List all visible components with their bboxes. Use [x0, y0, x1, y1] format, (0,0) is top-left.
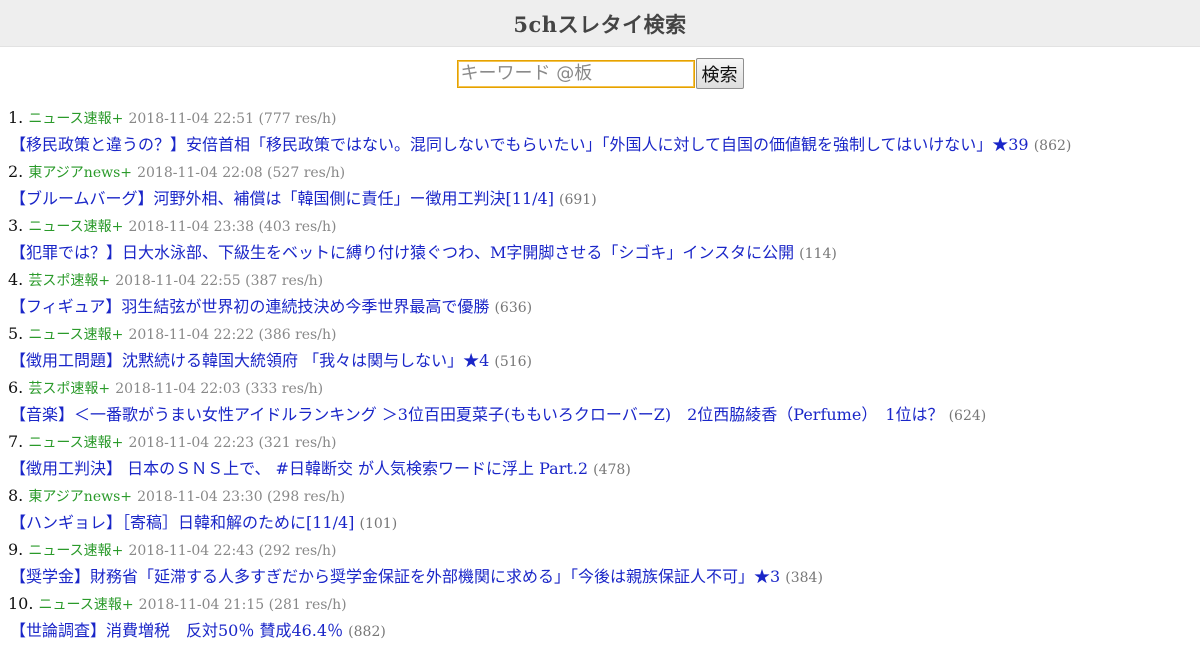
rank-number: 2. [8, 162, 24, 181]
thread-title-line: 【奨学金】財務省「延滞する人多すぎだから奨学金保証を外部機関に求める」「今後は親… [8, 562, 1192, 592]
thread-title-link[interactable]: 【音楽】＜一番歌がうまい女性アイドルランキング ＞3位百田夏菜子(ももいろクロー… [10, 405, 944, 424]
list-item: 9. ニュース速報+ 2018-11-04 22:43 (292 res/h) 【… [8, 538, 1192, 592]
board-link[interactable]: ニュース速報+ [28, 327, 123, 343]
thread-title-link[interactable]: 【徴用工判決】 日本のＳＮＳ上で、 #日韓断交 が人気検索ワードに浮上 Part… [10, 459, 588, 478]
thread-title-link[interactable]: 【犯罪では？】日大水泳部、下級生をベットに縛り付け猿ぐつわ、M字開脚させる「シゴ… [10, 243, 794, 262]
timestamp-rate: 2018-11-04 22:08 (527 res/h) [137, 165, 346, 181]
list-item: 4. 芸スポ速報+ 2018-11-04 22:55 (387 res/h) 【フ… [8, 268, 1192, 322]
thread-title-line: 【徴用工問題】沈黙続ける韓国大統領府 「我々は関与しない」★4 (516) [8, 346, 1192, 376]
thread-title-link[interactable]: 【徴用工問題】沈黙続ける韓国大統領府 「我々は関与しない」★4 [10, 351, 489, 370]
rank-number: 9. [8, 540, 24, 559]
thread-meta: 7. ニュース速報+ 2018-11-04 22:23 (321 res/h) [8, 430, 1192, 454]
response-count: (384) [785, 570, 823, 586]
board-link[interactable]: ニュース速報+ [28, 435, 123, 451]
rank-number: 3. [8, 216, 24, 235]
site-title[interactable]: 5chスレタイ検索 [0, 0, 1200, 39]
timestamp-rate: 2018-11-04 22:43 (292 res/h) [128, 543, 337, 559]
board-link[interactable]: ニュース速報+ [28, 543, 123, 559]
response-count: (862) [1033, 138, 1072, 154]
board-link[interactable]: 東アジアnews+ [28, 489, 132, 505]
list-item: 7. ニュース速報+ 2018-11-04 22:23 (321 res/h) 【… [8, 430, 1192, 484]
thread-meta: 4. 芸スポ速報+ 2018-11-04 22:55 (387 res/h) [8, 268, 1192, 292]
thread-title-line: 【移民政策と違うの？】安倍首相「移民政策ではない。混同しないでもらいたい」「外国… [8, 130, 1192, 160]
list-item: 3. ニュース速報+ 2018-11-04 23:38 (403 res/h) 【… [8, 214, 1192, 268]
thread-title-line: 【ハンギョレ】［寄稿］日韓和解のために[11/4] (101) [8, 508, 1192, 538]
board-link[interactable]: ニュース速報+ [28, 111, 123, 127]
thread-meta: 10. ニュース速報+ 2018-11-04 21:15 (281 res/h) [8, 592, 1192, 616]
board-link[interactable]: ニュース速報+ [28, 219, 123, 235]
thread-title-line: 【音楽】＜一番歌がうまい女性アイドルランキング ＞3位百田夏菜子(ももいろクロー… [8, 400, 1192, 430]
response-count: (882) [348, 624, 386, 640]
thread-meta: 2. 東アジアnews+ 2018-11-04 22:08 (527 res/h… [8, 160, 1192, 184]
rank-number: 10. [8, 594, 34, 613]
board-link[interactable]: ニュース速報+ [39, 597, 134, 613]
rank-number: 7. [8, 432, 24, 451]
list-item: 2. 東アジアnews+ 2018-11-04 22:08 (527 res/h… [8, 160, 1192, 214]
rank-number: 1. [8, 108, 24, 127]
timestamp-rate: 2018-11-04 22:51 (777 res/h) [128, 111, 337, 127]
timestamp-rate: 2018-11-04 22:23 (321 res/h) [128, 435, 337, 451]
response-count: (691) [559, 192, 597, 208]
thread-title-line: 【徴用工判決】 日本のＳＮＳ上で、 #日韓断交 が人気検索ワードに浮上 Part… [8, 454, 1192, 484]
timestamp-rate: 2018-11-04 22:22 (386 res/h) [128, 327, 337, 343]
list-item: 6. 芸スポ速報+ 2018-11-04 22:03 (333 res/h) 【音… [8, 376, 1192, 430]
response-count: (636) [494, 300, 533, 316]
thread-meta: 5. ニュース速報+ 2018-11-04 22:22 (386 res/h) [8, 322, 1192, 346]
timestamp-rate: 2018-11-04 22:03 (333 res/h) [115, 381, 324, 397]
response-count: (114) [799, 246, 837, 262]
timestamp-rate: 2018-11-04 22:55 (387 res/h) [115, 273, 324, 289]
thread-title-line: 【フィギュア】羽生結弦が世界初の連続技決め今季世界最高で優勝 (636) [8, 292, 1192, 322]
timestamp-rate: 2018-11-04 23:38 (403 res/h) [128, 219, 337, 235]
rank-number: 8. [8, 486, 24, 505]
board-link[interactable]: 芸スポ速報+ [28, 381, 110, 397]
search-button[interactable]: 検索 [695, 58, 744, 89]
response-count: (516) [494, 354, 533, 370]
search-form: 検索 [0, 58, 1200, 89]
rank-number: 4. [8, 270, 24, 289]
list-item: 5. ニュース速報+ 2018-11-04 22:22 (386 res/h) 【… [8, 322, 1192, 376]
list-item: 1. ニュース速報+ 2018-11-04 22:51 (777 res/h) 【… [8, 106, 1192, 160]
thread-title-link[interactable]: 【世論調査】消費増税 反対50％ 賛成46.4％ [10, 621, 343, 640]
thread-meta: 6. 芸スポ速報+ 2018-11-04 22:03 (333 res/h) [8, 376, 1192, 400]
list-item: 10. ニュース速報+ 2018-11-04 21:15 (281 res/h)… [8, 592, 1192, 646]
search-input[interactable] [456, 59, 695, 88]
rank-number: 6. [8, 378, 24, 397]
thread-meta: 3. ニュース速報+ 2018-11-04 23:38 (403 res/h) [8, 214, 1192, 238]
thread-title-link[interactable]: 【奨学金】財務省「延滞する人多すぎだから奨学金保証を外部機関に求める」「今後は親… [10, 567, 780, 586]
thread-title-line: 【ブルームバーグ】河野外相、補償は「韓国側に責任」ー徴用工判決[11/4] (6… [8, 184, 1192, 214]
response-count: (478) [593, 462, 631, 478]
board-link[interactable]: 東アジアnews+ [28, 165, 132, 181]
thread-meta: 9. ニュース速報+ 2018-11-04 22:43 (292 res/h) [8, 538, 1192, 562]
site-header: 5chスレタイ検索 [0, 0, 1200, 47]
thread-results-list: 1. ニュース速報+ 2018-11-04 22:51 (777 res/h) 【… [8, 106, 1192, 646]
thread-title-link[interactable]: 【ブルームバーグ】河野外相、補償は「韓国側に責任」ー徴用工判決[11/4] [10, 189, 554, 208]
thread-title-link[interactable]: 【フィギュア】羽生結弦が世界初の連続技決め今季世界最高で優勝 [10, 297, 489, 316]
rank-number: 5. [8, 324, 24, 343]
response-count: (624) [948, 408, 987, 424]
list-item: 8. 東アジアnews+ 2018-11-04 23:30 (298 res/h… [8, 484, 1192, 538]
board-link[interactable]: 芸スポ速報+ [28, 273, 110, 289]
thread-title-line: 【犯罪では？】日大水泳部、下級生をベットに縛り付け猿ぐつわ、M字開脚させる「シゴ… [8, 238, 1192, 268]
thread-title-link[interactable]: 【ハンギョレ】［寄稿］日韓和解のために[11/4] [10, 513, 354, 532]
response-count: (101) [359, 516, 398, 532]
thread-title-line: 【世論調査】消費増税 反対50％ 賛成46.4％ (882) [8, 616, 1192, 646]
timestamp-rate: 2018-11-04 21:15 (281 res/h) [138, 597, 347, 613]
timestamp-rate: 2018-11-04 23:30 (298 res/h) [137, 489, 346, 505]
thread-title-link[interactable]: 【移民政策と違うの？】安倍首相「移民政策ではない。混同しないでもらいたい」「外国… [10, 135, 1029, 154]
thread-meta: 1. ニュース速報+ 2018-11-04 22:51 (777 res/h) [8, 106, 1192, 130]
thread-meta: 8. 東アジアnews+ 2018-11-04 23:30 (298 res/h… [8, 484, 1192, 508]
